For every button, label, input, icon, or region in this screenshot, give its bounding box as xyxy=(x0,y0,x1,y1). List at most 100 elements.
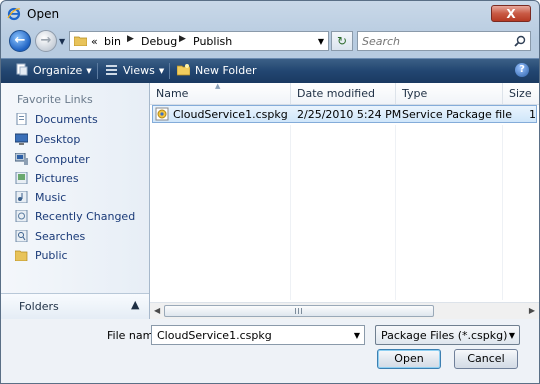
package-file-icon xyxy=(155,107,169,121)
favorite-label: Public xyxy=(35,249,68,262)
chevron-down-icon[interactable]: ▼ xyxy=(509,331,515,340)
horizontal-scrollbar[interactable]: ◀ ▶ xyxy=(150,302,539,319)
refresh-icon: ↻ xyxy=(336,34,348,48)
views-label: Views xyxy=(123,64,155,77)
address-bar[interactable]: « bin ▶ Debug ▶ Publish ▼ xyxy=(69,31,329,51)
open-button[interactable]: Open xyxy=(377,349,441,369)
scrollbar-grip xyxy=(295,308,303,314)
breadcrumb-overflow[interactable]: « xyxy=(91,35,98,48)
desktop-icon xyxy=(15,133,28,145)
searches-icon xyxy=(15,230,28,242)
favorite-documents[interactable]: Documents xyxy=(15,111,145,129)
file-name: CloudService1.cspkg xyxy=(173,108,288,121)
column-type[interactable]: Type xyxy=(402,87,427,101)
recent-icon xyxy=(15,210,28,222)
favorite-links-heading: Favorite Links xyxy=(17,93,93,106)
favorite-computer[interactable]: Computer xyxy=(15,151,145,169)
favorite-label: Computer xyxy=(35,153,90,166)
file-date: 2/25/2010 5:24 PM xyxy=(297,108,402,121)
new-folder-button[interactable]: New Folder xyxy=(177,63,256,79)
column-gridline xyxy=(395,125,396,300)
file-row[interactable]: CloudService1.cspkg 2/25/2010 5:24 PM Se… xyxy=(152,105,537,123)
recent-pages-dropdown-icon[interactable]: ▼ xyxy=(59,37,65,46)
views-dropdown-icon: ▼ xyxy=(158,67,165,75)
chevron-up-icon[interactable]: ▲ xyxy=(131,298,139,311)
new-folder-label: New Folder xyxy=(195,64,257,77)
sort-ascending-icon: ▲ xyxy=(215,83,221,90)
toolbar-separator xyxy=(97,63,98,79)
breadcrumb-debug[interactable]: Debug xyxy=(141,35,177,48)
refresh-button[interactable]: ↻ xyxy=(331,31,353,51)
file-type-filter[interactable]: Package Files (*.cspkg) ▼ xyxy=(375,325,520,345)
column-divider[interactable] xyxy=(395,83,396,104)
file-list: Name ▲ Date modified Type Size CloudServ… xyxy=(150,83,539,319)
open-dialog: Open X ← → ▼ « bin ▶ Debug ▶ Publish ▼ ↻ xyxy=(0,0,540,384)
scroll-right-icon[interactable]: ▶ xyxy=(529,306,535,315)
favorite-label: Searches xyxy=(35,230,86,243)
forward-button[interactable]: → xyxy=(35,30,57,52)
dialog-footer: File name: ▼ Package Files (*.cspkg) ▼ O… xyxy=(1,319,539,383)
music-icon xyxy=(15,191,28,203)
views-icon xyxy=(106,65,117,75)
breadcrumb-publish[interactable]: Publish xyxy=(193,35,232,48)
forward-arrow-icon: → xyxy=(40,33,52,48)
favorite-label: Desktop xyxy=(35,133,81,146)
pictures-icon xyxy=(15,172,28,184)
scrollbar-thumb[interactable] xyxy=(164,305,434,317)
folders-label: Folders xyxy=(19,300,59,313)
column-gridline xyxy=(502,125,503,300)
computer-icon xyxy=(15,153,28,165)
favorite-label: Documents xyxy=(35,113,98,126)
breadcrumb-bin[interactable]: bin xyxy=(104,35,121,48)
window-title: Open xyxy=(27,7,60,21)
back-arrow-icon: ← xyxy=(14,33,26,48)
favorite-label: Pictures xyxy=(35,172,79,185)
search-icon[interactable] xyxy=(514,35,526,47)
favorite-label: Music xyxy=(35,191,67,204)
command-toolbar: Organize ▼ Views ▼ New Folder ? xyxy=(1,58,539,84)
main-area: Favorite Links Documents Desktop Compute… xyxy=(1,83,539,320)
title-bar: Open X xyxy=(1,1,539,27)
file-name-combobox[interactable]: ▼ xyxy=(151,325,365,345)
favorite-searches[interactable]: Searches xyxy=(15,228,145,246)
favorite-pictures[interactable]: Pictures xyxy=(15,170,145,188)
search-input[interactable] xyxy=(360,33,514,49)
breadcrumb-separator-icon[interactable]: ▶ xyxy=(127,34,134,44)
organize-menu[interactable]: Organize ▼ xyxy=(15,63,92,79)
column-size[interactable]: Size xyxy=(509,87,532,101)
folders-toggle[interactable]: Folders ▲ xyxy=(1,293,149,320)
search-box[interactable] xyxy=(357,31,531,51)
column-date-modified[interactable]: Date modified xyxy=(297,87,375,101)
close-button[interactable]: X xyxy=(491,5,531,22)
back-button[interactable]: ← xyxy=(9,30,31,52)
column-gridline xyxy=(290,125,291,300)
navigation-pane: Favorite Links Documents Desktop Compute… xyxy=(1,83,150,320)
toolbar-separator xyxy=(169,63,170,79)
column-divider[interactable] xyxy=(290,83,291,104)
chevron-down-icon[interactable]: ▼ xyxy=(354,331,360,340)
favorite-label: Recently Changed xyxy=(35,210,136,223)
column-name[interactable]: Name xyxy=(156,87,188,101)
breadcrumb-separator-icon[interactable]: ▶ xyxy=(179,34,186,44)
address-row: ← → ▼ « bin ▶ Debug ▶ Publish ▼ ↻ xyxy=(1,27,539,55)
public-folder-icon xyxy=(15,250,28,261)
file-type-filter-value: Package Files (*.cspkg) xyxy=(381,329,508,342)
scroll-left-icon[interactable]: ◀ xyxy=(154,306,160,315)
folder-icon xyxy=(74,36,87,46)
favorite-public[interactable]: Public xyxy=(15,247,145,265)
column-divider[interactable] xyxy=(502,83,503,104)
file-type: Service Package file xyxy=(402,108,512,121)
internet-explorer-icon xyxy=(7,7,21,21)
address-dropdown-icon[interactable]: ▼ xyxy=(318,37,324,46)
views-menu[interactable]: Views ▼ xyxy=(105,63,164,79)
column-header: Name ▲ Date modified Type Size xyxy=(150,83,539,105)
organize-label: Organize xyxy=(33,64,83,77)
favorite-desktop[interactable]: Desktop xyxy=(15,131,145,149)
documents-icon xyxy=(16,113,27,125)
organize-icon xyxy=(16,63,28,76)
file-name-input[interactable] xyxy=(154,327,340,343)
cancel-button[interactable]: Cancel xyxy=(454,349,518,369)
favorite-recently-changed[interactable]: Recently Changed xyxy=(15,208,145,226)
help-icon[interactable]: ? xyxy=(515,63,529,77)
favorite-music[interactable]: Music xyxy=(15,189,145,207)
